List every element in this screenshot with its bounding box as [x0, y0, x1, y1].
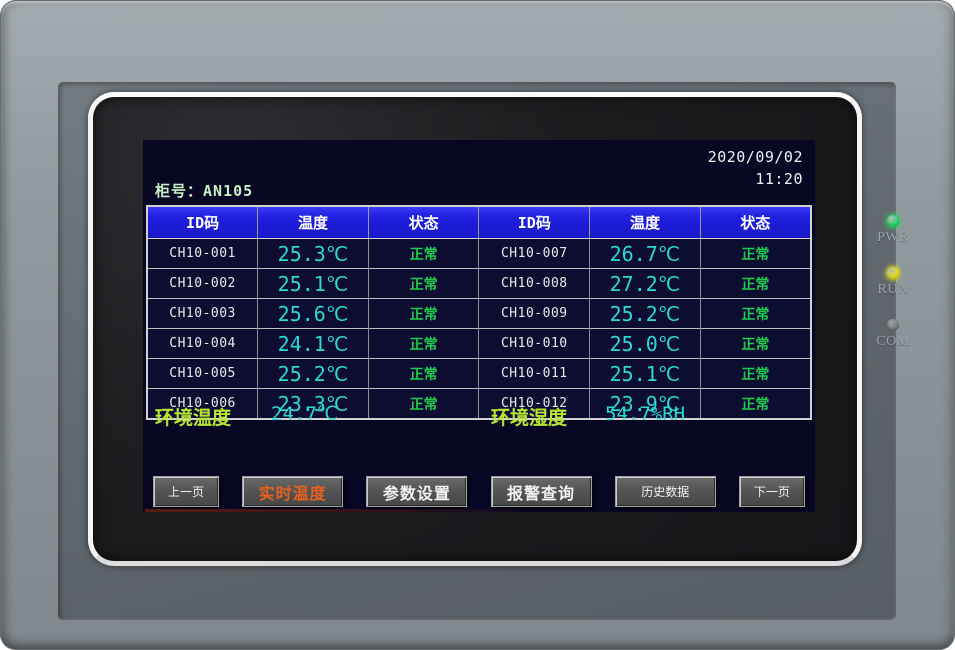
- prev-page-button[interactable]: 上一页: [153, 476, 219, 507]
- column-header: 温度: [258, 206, 369, 239]
- table-row: CH10-00225.1℃正常CH10-00827.2℃正常: [147, 269, 811, 299]
- datetime-display: 2020/09/02 11:20: [708, 146, 803, 190]
- com-led-icon: [887, 319, 899, 331]
- lcd-display: 2020/09/02 11:20 柜号：AN105 ID码温度状态ID码温度状态…: [143, 140, 815, 512]
- cell-temperature: 25.2℃: [590, 299, 701, 329]
- cell-status: 正常: [368, 359, 479, 389]
- cabinet-id-value: AN105: [203, 182, 253, 200]
- run-led-label: RUN: [867, 282, 919, 298]
- cabinet-id: 柜号：AN105: [155, 180, 253, 201]
- led-group-pwr: PWR: [867, 215, 919, 246]
- cell-temperature: 27.2℃: [590, 269, 701, 299]
- cell-temperature: 25.1℃: [590, 359, 701, 389]
- pwr-led-icon: [887, 215, 899, 227]
- cell-status: 正常: [368, 239, 479, 269]
- ambient-readings: 环境温度 24.7℃ 环境湿度 54.7%RH: [143, 403, 815, 429]
- cell-status: 正常: [700, 359, 811, 389]
- cell-temperature: 25.3℃: [258, 239, 369, 269]
- table-header-row: ID码温度状态ID码温度状态: [147, 206, 811, 239]
- pwr-led-label: PWR: [867, 230, 919, 246]
- table-row: CH10-00525.2℃正常CH10-01125.1℃正常: [147, 359, 811, 389]
- ambient-temp-label: 环境温度: [155, 403, 231, 430]
- cell-status: 正常: [368, 269, 479, 299]
- led-indicators: PWR RUN COM: [867, 215, 919, 371]
- table-row: CH10-00125.3℃正常CH10-00726.7℃正常: [147, 239, 811, 269]
- led-group-run: RUN: [867, 267, 919, 298]
- cell-temperature: 26.7℃: [590, 239, 701, 269]
- date-display: 2020/09/02: [708, 146, 803, 168]
- cabinet-id-label: 柜号：: [155, 182, 203, 200]
- cell-temperature: 25.2℃: [258, 359, 369, 389]
- param-settings-button[interactable]: 参数设置: [366, 476, 467, 507]
- com-led-label: COM: [867, 334, 919, 350]
- next-page-button[interactable]: 下一页: [739, 476, 805, 507]
- column-header: 状态: [700, 206, 811, 239]
- cell-status: 正常: [700, 269, 811, 299]
- cell-temperature: 25.1℃: [258, 269, 369, 299]
- realtime-temp-button[interactable]: 实时温度: [242, 476, 343, 507]
- time-display: 11:20: [708, 168, 803, 190]
- cell-channel-id: CH10-002: [147, 269, 258, 299]
- column-header: 温度: [590, 206, 701, 239]
- cell-channel-id: CH10-003: [147, 299, 258, 329]
- cell-channel-id: CH10-005: [147, 359, 258, 389]
- run-led-icon: [887, 267, 899, 279]
- cell-status: 正常: [700, 239, 811, 269]
- cell-channel-id: CH10-004: [147, 329, 258, 359]
- cell-temperature: 24.1℃: [258, 329, 369, 359]
- cell-channel-id: CH10-001: [147, 239, 258, 269]
- table-row: CH10-00424.1℃正常CH10-01025.0℃正常: [147, 329, 811, 359]
- hmi-device: 2020/09/02 11:20 柜号：AN105 ID码温度状态ID码温度状态…: [0, 0, 955, 650]
- table-row: CH10-00325.6℃正常CH10-00925.2℃正常: [147, 299, 811, 329]
- history-data-button[interactable]: 历史数据: [615, 476, 716, 507]
- column-header: 状态: [368, 206, 479, 239]
- cell-temperature: 25.0℃: [590, 329, 701, 359]
- temperature-table: ID码温度状态ID码温度状态 CH10-00125.3℃正常CH10-00726…: [146, 205, 812, 420]
- alarm-query-button[interactable]: 报警查询: [491, 476, 592, 507]
- column-header: ID码: [479, 206, 590, 239]
- cell-status: 正常: [368, 299, 479, 329]
- cell-status: 正常: [700, 299, 811, 329]
- ambient-humidity-label: 环境湿度: [491, 403, 567, 430]
- ambient-humidity-value: 54.7%RH: [605, 403, 685, 425]
- cell-channel-id: CH10-010: [479, 329, 590, 359]
- led-group-com: COM: [867, 319, 919, 350]
- cell-temperature: 25.6℃: [258, 299, 369, 329]
- cell-status: 正常: [700, 329, 811, 359]
- cell-channel-id: CH10-008: [479, 269, 590, 299]
- navigation-button-row: 上一页实时温度参数设置报警查询历史数据下一页: [153, 476, 805, 507]
- cell-channel-id: CH10-011: [479, 359, 590, 389]
- cell-channel-id: CH10-007: [479, 239, 590, 269]
- cell-status: 正常: [368, 329, 479, 359]
- cell-channel-id: CH10-009: [479, 299, 590, 329]
- ambient-temp-value: 24.7℃: [271, 403, 338, 425]
- column-header: ID码: [147, 206, 258, 239]
